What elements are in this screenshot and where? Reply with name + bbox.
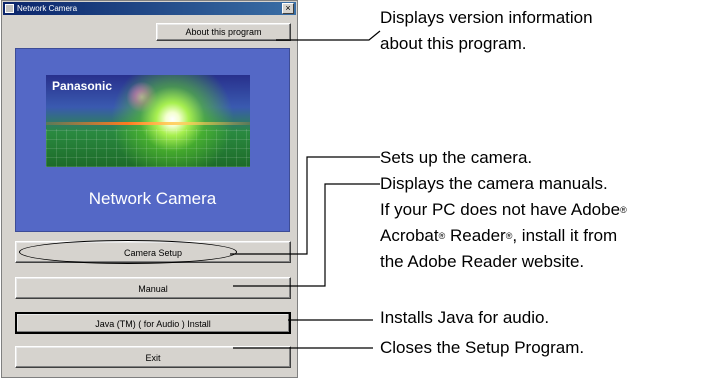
annotation-adobe-1: If your PC does not have Adobe® <box>380 200 627 220</box>
callout-about <box>276 30 381 41</box>
annotation-setup: Sets up the camera. <box>380 148 533 167</box>
annotation-manual: Displays the camera manuals. <box>380 174 608 193</box>
adobe-text-2b: Reader <box>445 226 506 245</box>
adobe-text-2c: , install it from <box>512 226 618 245</box>
adobe-text-1: If your PC does not have Adobe <box>380 200 621 219</box>
annotation-about-2: about this program. <box>380 34 527 53</box>
annotation-exit: Closes the Setup Program. <box>380 338 585 357</box>
callout-lines <box>230 30 381 349</box>
adobe-text-2a: Acrobat <box>380 226 439 245</box>
annotation-java: Installs Java for audio. <box>380 308 550 327</box>
annotation-adobe-2: Acrobat® Reader®, install it from <box>380 226 617 246</box>
annotation-adobe-3: the Adobe Reader website. <box>380 252 585 271</box>
annotation-about-1: Displays version information <box>380 8 593 27</box>
callout-setup <box>230 156 380 255</box>
registered-mark-1: ® <box>620 205 627 215</box>
